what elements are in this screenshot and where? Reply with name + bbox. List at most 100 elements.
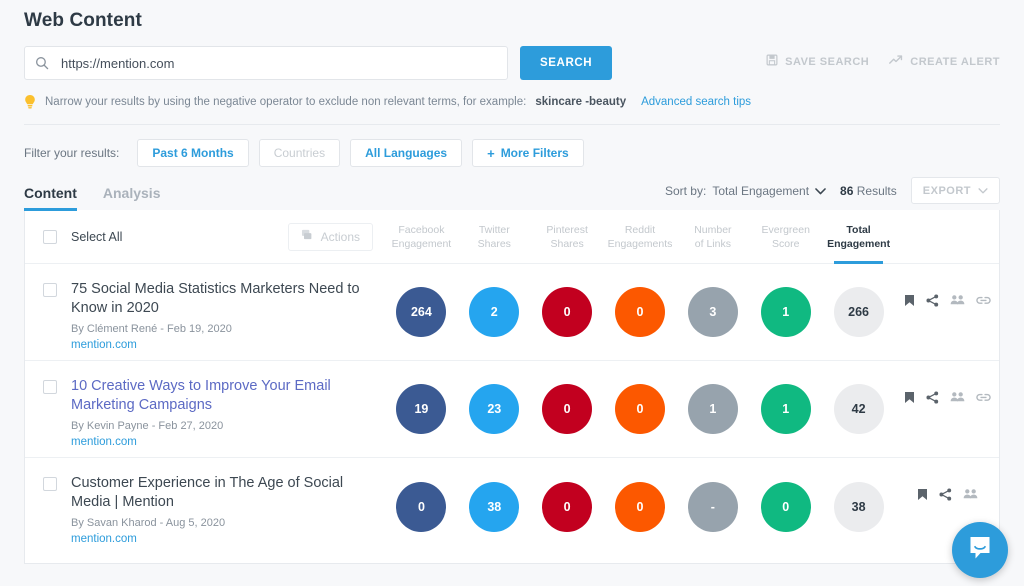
metric-bubble: 2 — [469, 287, 520, 337]
metric-number-of-links: 3 — [676, 287, 749, 337]
row-checkbox[interactable] — [43, 380, 57, 394]
tab-content[interactable]: Content — [24, 185, 77, 211]
search-input[interactable] — [61, 55, 497, 71]
metric-reddit-engagements: 0 — [604, 481, 677, 532]
column-label-line1: Total — [846, 223, 871, 236]
metric-pinterest-shares: 0 — [531, 287, 604, 337]
metric-reddit-engagements: 0 — [604, 287, 677, 337]
metric-twitter-shares: 2 — [458, 287, 531, 337]
column-label-line2: Engagements — [607, 237, 673, 250]
result-domain[interactable]: mention.com — [71, 533, 375, 545]
column-label-line2: Shares — [550, 237, 584, 250]
search-icon — [35, 56, 49, 70]
tab-analysis[interactable]: Analysis — [103, 185, 161, 210]
metric-total-engagement: 38 — [822, 481, 895, 532]
metric-bubble: 0 — [542, 481, 593, 532]
filter-chip-all-languages[interactable]: All Languages — [350, 139, 463, 167]
column-label-line2: of Links — [694, 237, 731, 250]
filters-row: Filter your results: Past 6 Months Count… — [0, 125, 1024, 167]
search-row: SEARCH SAVE SEARCH CREATE ALERT — [0, 32, 1024, 80]
column-pinterest-shares[interactable]: Pinterest Shares — [531, 210, 604, 263]
results-count: 86 Results — [840, 184, 897, 198]
metric-bubble: 0 — [615, 384, 665, 434]
column-twitter-shares[interactable]: Twitter Shares — [458, 210, 531, 263]
chevron-down-icon — [815, 184, 826, 198]
search-button[interactable]: SEARCH — [520, 46, 613, 80]
create-alert-button[interactable]: CREATE ALERT — [889, 54, 1000, 69]
column-reddit-engagements[interactable]: Reddit Engagements — [604, 210, 677, 263]
share-icon[interactable] — [925, 391, 939, 404]
metric-bubble: 0 — [615, 481, 665, 532]
export-button[interactable]: EXPORT — [910, 177, 1000, 204]
export-label: EXPORT — [922, 184, 971, 197]
result-domain[interactable]: mention.com — [71, 436, 375, 448]
select-all-label: Select All — [71, 229, 123, 244]
tab-label: Analysis — [102, 185, 161, 201]
column-evergreen-score[interactable]: Evergreen Score — [749, 210, 822, 263]
filter-chip-past-6-months[interactable]: Past 6 Months — [137, 139, 249, 167]
metric-number-of-links: 1 — [676, 384, 749, 434]
column-label-line2: Engagement — [827, 237, 891, 250]
layers-icon — [301, 229, 314, 244]
result-metrics: 19 23 0 0 1 1 42 — [385, 361, 895, 457]
metric-pinterest-shares: 0 — [531, 481, 604, 532]
column-number-of-links[interactable]: Number of Links — [676, 210, 749, 263]
people-icon[interactable] — [950, 294, 965, 306]
bookmark-icon[interactable] — [904, 391, 915, 404]
column-total-engagement[interactable]: Total Engagement — [822, 210, 895, 264]
metric-bubble: 23 — [469, 384, 520, 434]
result-info: Customer Experience in The Age of Social… — [25, 458, 385, 555]
row-checkbox[interactable] — [43, 283, 57, 297]
metric-bubble: 3 — [687, 287, 738, 337]
save-search-label: SAVE SEARCH — [785, 55, 870, 68]
metric-twitter-shares: 38 — [458, 481, 531, 532]
advanced-search-tips-link[interactable]: Advanced search tips — [641, 96, 751, 108]
sort-by-dropdown[interactable]: Sort by: Total Engagement — [665, 184, 826, 198]
create-alert-label: CREATE ALERT — [910, 55, 1000, 68]
result-byline: By Clément René - Feb 19, 2020 — [71, 323, 232, 335]
trending-up-icon — [889, 54, 903, 69]
sort-bar: Sort by: Total Engagement 86 Results EXP… — [665, 177, 1000, 204]
metric-bubble: 0 — [760, 481, 811, 532]
link-icon[interactable] — [975, 391, 991, 404]
people-icon[interactable] — [950, 391, 965, 403]
search-box[interactable] — [24, 46, 508, 80]
result-domain[interactable]: mention.com — [71, 339, 375, 351]
column-label-line1: Reddit — [624, 223, 656, 236]
result-metrics: 264 2 0 0 3 1 266 — [385, 264, 895, 360]
actions-label: Actions — [320, 229, 360, 244]
people-icon[interactable] — [963, 488, 978, 500]
metric-total-engagement: 266 — [822, 287, 895, 337]
result-byline: By Kevin Payne - Feb 27, 2020 — [71, 420, 224, 432]
result-info: 10 Creative Ways to Improve Your Email M… — [25, 361, 385, 457]
select-all-checkbox[interactable] — [43, 229, 57, 244]
plus-icon: + — [487, 145, 495, 161]
result-title[interactable]: 10 Creative Ways to Improve Your Email M… — [71, 377, 375, 415]
column-label-line2: Shares — [477, 237, 511, 250]
metric-bubble: 264 — [396, 287, 447, 337]
save-search-button[interactable]: SAVE SEARCH — [766, 54, 869, 69]
results-table: Select All Actions Facebook Engagement T… — [24, 210, 1000, 564]
link-icon[interactable] — [975, 294, 991, 307]
column-facebook-engagement[interactable]: Facebook Engagement — [385, 210, 458, 263]
row-checkbox[interactable] — [43, 477, 57, 491]
page-title: Web Content — [24, 10, 142, 31]
metric-facebook-engagement: 19 — [385, 384, 458, 434]
actions-button[interactable]: Actions — [287, 222, 373, 251]
filter-chip-more-filters[interactable]: + More Filters — [472, 139, 584, 167]
share-icon[interactable] — [938, 488, 952, 501]
share-icon[interactable] — [925, 294, 939, 307]
tabs-row: Content Analysis Sort by: Total Engageme… — [0, 167, 1024, 211]
tab-label: Content — [24, 185, 77, 201]
chat-launcher-button[interactable] — [952, 522, 1008, 578]
filter-chip-countries[interactable]: Countries — [258, 139, 341, 167]
bookmark-icon[interactable] — [904, 294, 915, 307]
lightbulb-icon — [24, 94, 36, 110]
metric-bubble: 42 — [833, 384, 884, 434]
column-label-line1: Evergreen — [761, 223, 810, 236]
result-title[interactable]: Customer Experience in The Age of Social… — [71, 474, 375, 512]
row-actions — [895, 361, 999, 457]
bookmark-icon[interactable] — [917, 488, 928, 501]
chevron-down-icon — [978, 185, 988, 197]
result-title[interactable]: 75 Social Media Statistics Marketers Nee… — [71, 280, 375, 318]
